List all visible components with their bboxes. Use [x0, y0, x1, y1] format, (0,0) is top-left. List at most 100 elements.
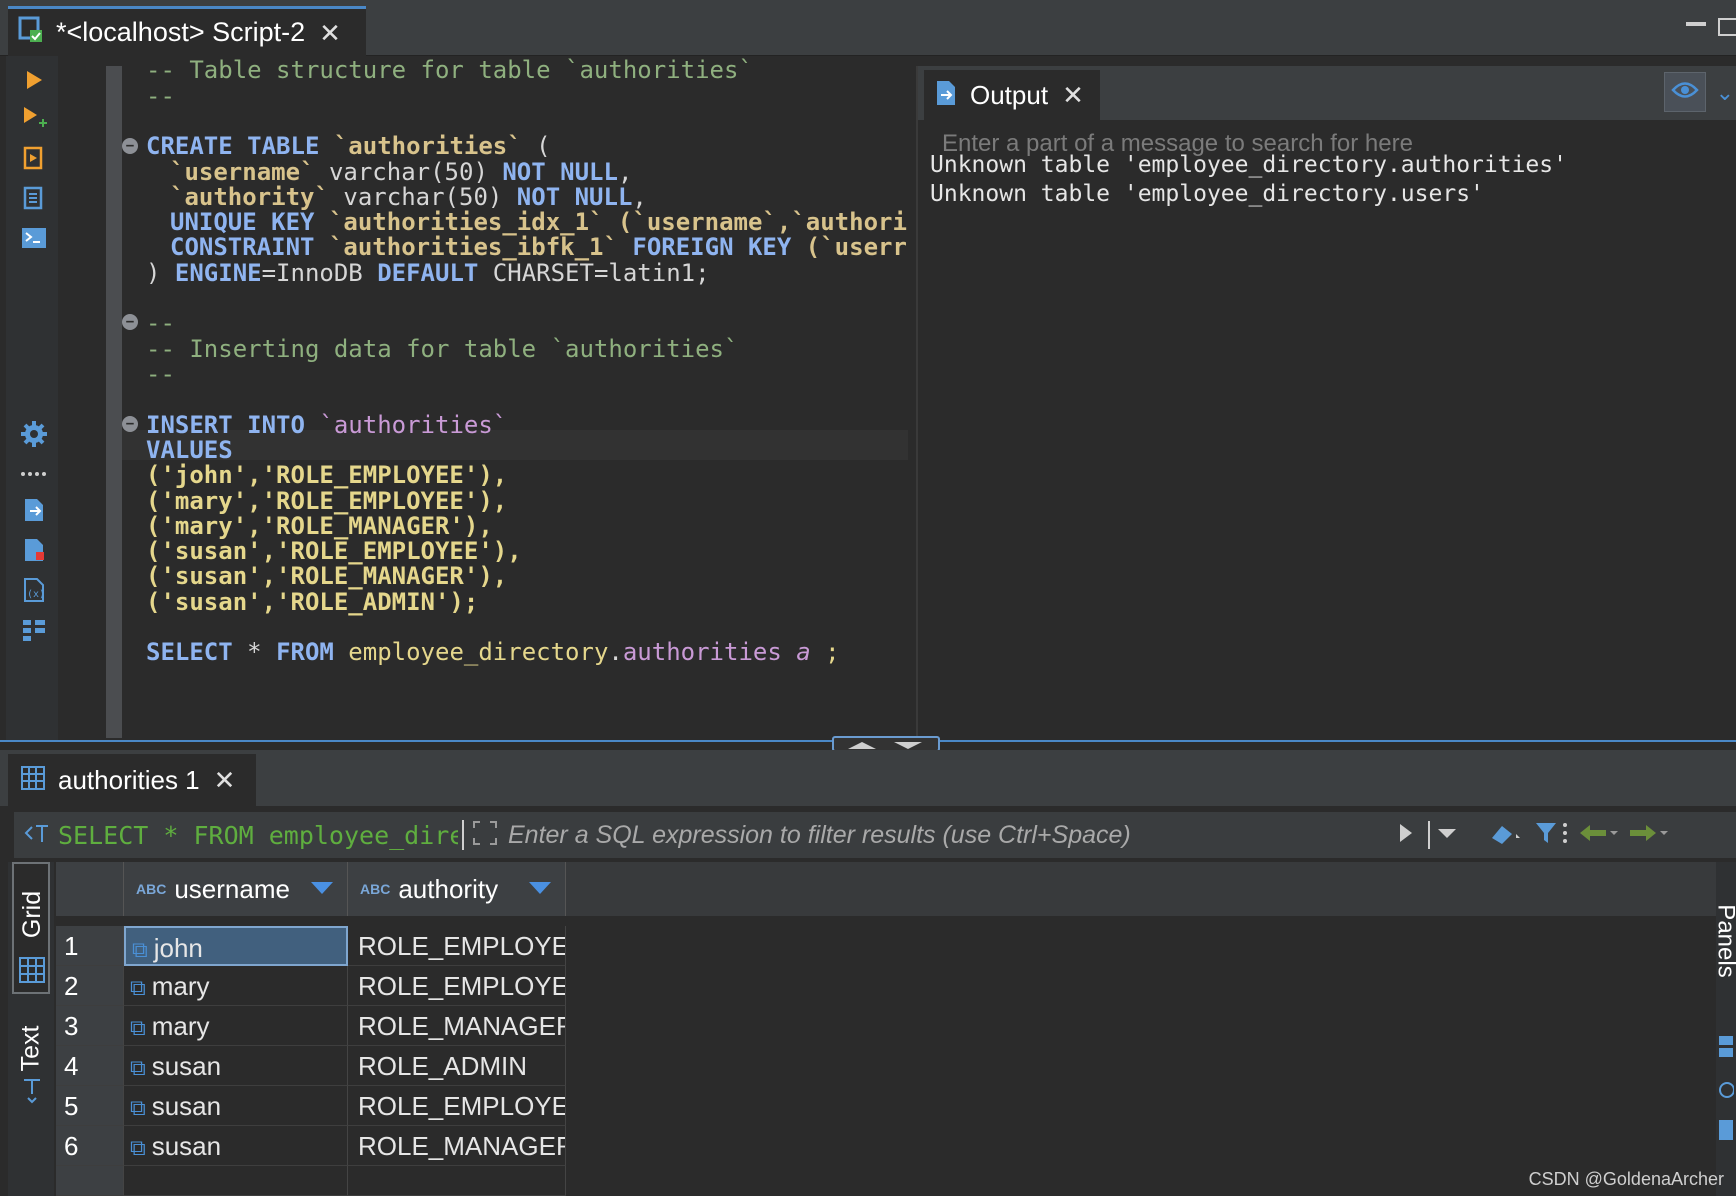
variables-panel-icon[interactable]: (x) — [20, 576, 48, 604]
cell-username[interactable]: ⧉ mary — [124, 1006, 348, 1046]
chevron-down-icon[interactable]: ⌄ — [1716, 80, 1734, 106]
cell-username-selected[interactable]: ⧉ john — [124, 926, 348, 966]
sql-query-icon — [22, 821, 52, 850]
output-tab-title: Output — [970, 79, 1049, 110]
output-header: Output ✕ ⌄ — [918, 66, 1736, 120]
output-doc-icon — [934, 79, 958, 112]
row-number-header — [56, 862, 124, 916]
execute-in-new-tab-icon[interactable] — [20, 104, 48, 132]
filter-funnel-icon[interactable] — [1534, 820, 1558, 851]
cell-authority[interactable]: ROLE_EMPLOYEE — [348, 966, 566, 1006]
code-line: UNIQUE KEY `authorities_idx_1` (`usernam… — [170, 208, 907, 236]
more-options-icon[interactable] — [20, 460, 48, 488]
empty-row — [56, 1166, 1716, 1196]
code-line: ('mary','ROLE_EMPLOYEE'), — [146, 487, 508, 515]
code-line: `authority` varchar(50) NOT NULL, — [170, 183, 647, 211]
string-type-icon: ABC — [360, 881, 391, 897]
table-row[interactable]: 4 ⧉ susan ROLE_ADMIN — [56, 1046, 1716, 1086]
code-line: ('susan','ROLE_EMPLOYEE'), — [146, 537, 522, 565]
column-header-username[interactable]: ABC username — [124, 862, 348, 916]
svg-text:(x): (x) — [27, 589, 45, 600]
fold-collapse-icon[interactable]: − — [122, 416, 138, 432]
table-row[interactable]: 1 ⧉ john ROLE_EMPLOYEE — [56, 926, 1716, 966]
filter-expression-input[interactable]: Enter a SQL expression to filter results… — [508, 821, 1388, 850]
cell-authority[interactable]: ROLE_MANAGER — [348, 1126, 566, 1166]
panel-layout-icon — [1719, 1036, 1733, 1057]
output-message: Unknown table 'employee_directory.author… — [930, 152, 1567, 178]
code-line: ('susan','ROLE_ADMIN'); — [146, 588, 479, 616]
link-icon[interactable]: ⧉ — [130, 1015, 146, 1040]
cell-username[interactable]: ⧉ susan — [124, 1086, 348, 1126]
cell-username[interactable]: ⧉ mary — [124, 966, 348, 1006]
link-icon[interactable]: ⧉ — [130, 1095, 146, 1120]
execute-script-icon[interactable] — [20, 144, 48, 172]
watermark-text: CSDN @GoldenaArcher — [1528, 1169, 1724, 1189]
tab-output[interactable]: Output ✕ — [924, 70, 1100, 120]
outline-panel-icon[interactable] — [20, 616, 48, 644]
divider — [1428, 821, 1430, 849]
grid-icon — [19, 957, 45, 983]
apply-filter-icon[interactable] — [1398, 822, 1414, 849]
panels-label[interactable]: Panels — [1712, 904, 1736, 977]
cell-username[interactable]: ⧉ susan — [124, 1046, 348, 1086]
row-number: 2 — [56, 966, 124, 1006]
sort-dropdown-icon[interactable] — [311, 882, 333, 894]
column-name: authority — [398, 873, 499, 904]
eraser-icon[interactable] — [1488, 820, 1522, 851]
fold-collapse-icon[interactable]: − — [122, 314, 138, 330]
cell-username[interactable]: ⧉ susan — [124, 1126, 348, 1166]
row-number: 3 — [56, 1006, 124, 1046]
close-icon[interactable]: ✕ — [214, 767, 236, 793]
minimize-icon[interactable] — [1686, 22, 1706, 26]
code-line: INSERT INTO `authorities` — [146, 411, 508, 439]
output-panel-icon[interactable] — [20, 496, 48, 524]
more-vertical-icon[interactable] — [1562, 821, 1568, 850]
tab-grid-view[interactable]: Grid — [12, 862, 50, 994]
cell-authority[interactable]: ROLE_ADMIN — [348, 1046, 566, 1086]
link-icon[interactable]: ⧉ — [130, 1055, 146, 1080]
link-icon[interactable]: ⧉ — [132, 937, 148, 962]
link-icon[interactable]: ⧉ — [130, 1135, 146, 1160]
filter-bar: SELECT * FROM employee_dire Enter a SQL … — [14, 812, 1736, 858]
close-icon[interactable]: ✕ — [1062, 82, 1084, 108]
cell-authority[interactable]: ROLE_EMPLOYEE — [348, 926, 566, 966]
code-line: ('susan','ROLE_MANAGER'), — [146, 562, 508, 590]
execute-statement-icon[interactable] — [20, 66, 48, 94]
code-line: -- — [146, 82, 175, 110]
table-row[interactable]: 2 ⧉ mary ROLE_EMPLOYEE — [56, 966, 1716, 1006]
maximize-icon[interactable] — [1718, 18, 1736, 36]
table-row[interactable]: 5 ⧉ susan ROLE_EMPLOYEE — [56, 1086, 1716, 1126]
results-tab-title: authorities 1 — [58, 764, 200, 795]
expand-icon[interactable] — [472, 820, 498, 851]
column-header-authority[interactable]: ABC authority — [348, 862, 566, 916]
filter-history-dropdown-icon[interactable] — [1436, 826, 1458, 845]
sort-dropdown-icon[interactable] — [529, 882, 551, 894]
table-row[interactable]: 6 ⧉ susan ROLE_MANAGER — [56, 1126, 1716, 1166]
sql-editor[interactable]: -- Table structure for table `authoritie… — [122, 56, 916, 740]
row-number: 4 — [56, 1046, 124, 1086]
code-line: CONSTRAINT `authorities_ibfk_1` FOREIGN … — [170, 233, 907, 261]
back-arrow-icon[interactable] — [1578, 823, 1618, 848]
cell-authority[interactable]: ROLE_EMPLOYEE — [348, 1086, 566, 1126]
terminal-icon[interactable] — [20, 224, 48, 252]
tab-script-2[interactable]: *<localhost> Script-2 ✕ — [8, 6, 366, 56]
tab-authorities-1[interactable]: authorities 1 ✕ — [8, 754, 256, 806]
fold-collapse-icon[interactable]: − — [122, 138, 138, 154]
eye-toggle-button[interactable] — [1664, 72, 1706, 112]
close-icon[interactable]: ✕ — [319, 20, 341, 46]
code-line: -- Table structure for table `authoritie… — [146, 56, 753, 84]
explain-plan-icon[interactable] — [20, 184, 48, 212]
panels-sidebar[interactable]: Panels — [1713, 862, 1736, 1196]
link-icon[interactable]: ⧉ — [130, 975, 146, 1000]
panel-grid-icon — [1719, 1120, 1733, 1140]
filter-query-text[interactable]: SELECT * FROM employee_dire — [58, 821, 458, 850]
table-grid-icon — [20, 765, 46, 796]
problems-panel-icon[interactable] — [20, 536, 48, 564]
code-line: -- — [146, 360, 175, 388]
forward-arrow-icon[interactable] — [1628, 823, 1668, 848]
table-row[interactable]: 3 ⧉ mary ROLE_MANAGER — [56, 1006, 1716, 1046]
divider — [462, 820, 464, 850]
settings-gear-icon[interactable] — [20, 420, 48, 448]
cell-authority[interactable]: ROLE_MANAGER — [348, 1006, 566, 1046]
tab-text-view[interactable]: Text — [12, 1002, 50, 1132]
